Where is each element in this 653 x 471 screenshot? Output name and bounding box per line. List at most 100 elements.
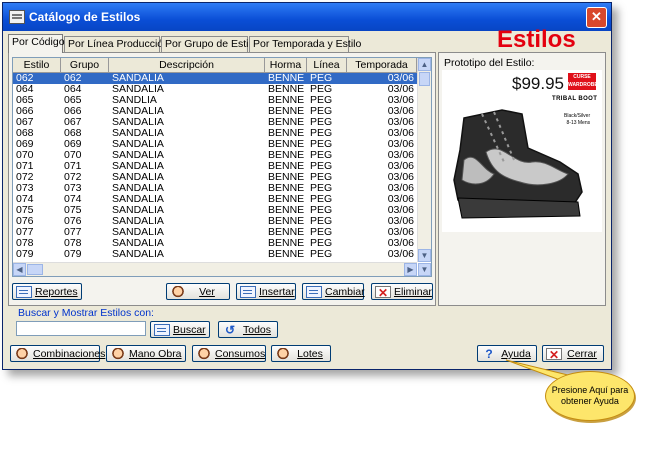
table-cell: PEG [310,117,333,128]
table-cell: 03/06 [387,238,414,249]
table-cell: PEG [310,95,333,106]
table-row[interactable]: 068 068 SANDALIA BENNE PEG 03/06 [13,128,417,139]
reportes-button[interactable]: Reportes [12,283,82,300]
insertar-button[interactable]: Insertar [236,283,296,300]
table-row[interactable]: 076 076 SANDALIA BENNE PEG 03/06 [13,216,417,227]
table-cell: BENNE [268,139,304,150]
combinaciones-button[interactable]: Combinaciones [10,345,105,362]
table-row[interactable]: 078 078 SANDALIA BENNE PEG 03/06 [13,238,417,249]
horizontal-scroll-thumb[interactable] [27,264,43,275]
table-row[interactable]: 079 079 SANDALIA BENNE PEG 03/06 [13,249,417,260]
table-row[interactable]: 064 064 SANDALIA BENNE PEG 03/06 [13,84,417,95]
table-cell: SANDALIA [112,227,164,238]
scroll-corner-down-icon[interactable]: ▼ [418,263,431,276]
column-header[interactable]: Estilo [13,58,61,72]
cerrar-button[interactable]: ✕ Cerrar [542,345,604,362]
table-cell: BENNE [268,205,304,216]
scroll-down-icon[interactable]: ▼ [418,249,431,262]
table-row[interactable]: 073 073 SANDALIA BENNE PEG 03/06 [13,183,417,194]
close-window-button[interactable]: ✕ [586,7,607,28]
table-cell: SANDALIA [112,150,164,161]
table-row[interactable]: 065 065 SANDLIA BENNE PEG 03/06 [13,95,417,106]
table-cell: 075 [16,205,34,216]
table-row[interactable]: 071 071 SANDALIA BENNE PEG 03/06 [13,161,417,172]
table-cell: 069 [16,139,34,150]
table-cell: 074 [64,194,82,205]
table-cell: 03/06 [387,183,414,194]
delete-icon: ✕ [375,286,391,299]
table-cell: BENNE [268,194,304,205]
table-cell: 067 [64,117,82,128]
table-cell: PEG [310,194,333,205]
table-cell: 03/06 [387,161,414,172]
table-cell: SANDALIA [112,139,164,150]
table-row[interactable]: 062 062 SANDALIA BENNE PEG 03/06 [13,73,417,84]
close-icon: ✕ [546,348,562,361]
tab-1[interactable]: Por Línea Producción [64,36,169,52]
column-header[interactable]: Grupo [61,58,109,72]
table-row[interactable]: 066 066 SANDALIA BENNE PEG 03/06 [13,106,417,117]
scroll-left-icon[interactable]: ◀ [13,263,26,276]
tab-2[interactable]: Por Grupo de Estilo [161,36,257,52]
table-row[interactable]: 072 072 SANDALIA BENNE PEG 03/06 [13,172,417,183]
table-cell: 072 [64,172,82,183]
table-row[interactable]: 074 074 SANDALIA BENNE PEG 03/06 [13,194,417,205]
table-cell: 065 [16,95,34,106]
table-cell: BENNE [268,106,304,117]
tab-3[interactable]: Por Temporada y Estilo [249,36,361,52]
consumos-button[interactable]: Consumos [192,345,266,362]
search-label: Buscar y Mostrar Estilos con: [18,307,154,319]
prototype-image: $99.95 CURSE WARDROBE TRIBAL BOOT Black/… [442,70,602,232]
table-cell: 074 [16,194,34,205]
search-input[interactable] [16,321,146,336]
table-cell: PEG [310,172,333,183]
styles-grid[interactable]: Estilo Grupo Descripción Horma Línea Temporad… [12,57,432,277]
column-header[interactable]: Línea [307,58,347,72]
table-cell: SANDALIA [112,238,164,249]
table-cell: BENNE [268,117,304,128]
ver-button[interactable]: Ver [166,283,230,300]
table-cell: 064 [64,84,82,95]
insert-icon [240,286,256,298]
table-cell: BENNE [268,150,304,161]
cambiar-button[interactable]: Cambiar [302,283,365,300]
column-header[interactable]: Temporada [347,58,417,72]
table-cell: PEG [310,183,333,194]
table-cell: SANDALIA [112,172,164,183]
table-cell: 03/06 [387,150,414,161]
column-header[interactable]: Descripción [109,58,265,72]
table-cell: SANDALIA [112,161,164,172]
table-cell: BENNE [268,84,304,95]
table-cell: 075 [64,205,82,216]
table-cell: BENNE [268,216,304,227]
table-row[interactable]: 075 075 SANDALIA BENNE PEG 03/06 [13,205,417,216]
table-cell: 03/06 [387,95,414,106]
table-cell: 077 [64,227,82,238]
vertical-scroll-thumb[interactable] [419,72,430,86]
vertical-scrollbar[interactable]: ▲ ▼ [417,58,431,262]
table-cell: BENNE [268,183,304,194]
eliminar-button[interactable]: ✕ Eliminar [371,283,433,300]
table-cell: 062 [64,73,82,84]
buscar-button[interactable]: Buscar [150,321,210,338]
table-row[interactable]: 077 077 SANDALIA BENNE PEG 03/06 [13,227,417,238]
horizontal-scrollbar[interactable]: ◀ ▶ [13,262,417,276]
table-row[interactable]: 070 070 SANDALIA BENNE PEG 03/06 [13,150,417,161]
table-cell: 03/06 [387,73,414,84]
table-row[interactable]: 067 067 SANDALIA BENNE PEG 03/06 [13,117,417,128]
table-cell: SANDALIA [112,128,164,139]
face-icon [170,286,186,298]
todos-button[interactable]: ↺ Todos [218,321,278,338]
scroll-up-icon[interactable]: ▲ [418,58,431,71]
ayuda-button[interactable]: ? Ayuda [477,345,537,362]
scroll-right-icon[interactable]: ▶ [404,263,417,276]
column-header[interactable]: Horma [265,58,307,72]
search-icon [154,324,170,336]
table-cell: PEG [310,249,333,260]
table-cell: 03/06 [387,84,414,95]
tab-0[interactable]: Por Código [8,34,65,53]
mano-obra-button[interactable]: Mano Obra [106,345,186,362]
table-row[interactable]: 069 069 SANDALIA BENNE PEG 03/06 [13,139,417,150]
lotes-button[interactable]: Lotes [271,345,331,362]
table-cell: BENNE [268,249,304,260]
